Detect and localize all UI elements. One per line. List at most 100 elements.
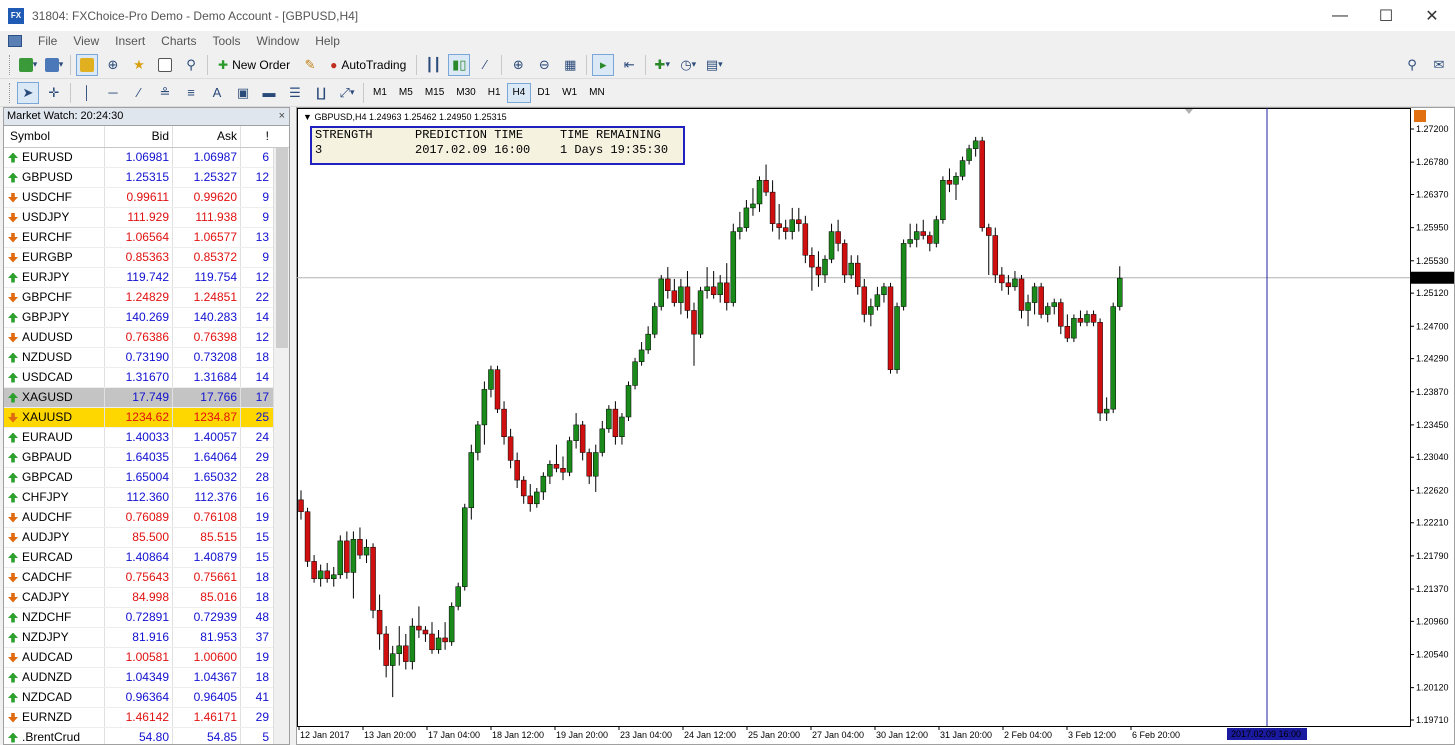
templates-button[interactable]: ▤ ▾ xyxy=(703,54,725,76)
bull-candle[interactable] xyxy=(743,207,750,228)
market-watch-scrollbar[interactable] xyxy=(273,148,289,744)
bull-candle[interactable] xyxy=(540,475,547,493)
bull-candle[interactable] xyxy=(881,286,887,295)
bull-candle[interactable] xyxy=(547,464,553,477)
bull-candle[interactable] xyxy=(717,282,723,295)
horizontal-line-button[interactable]: ─ xyxy=(102,82,124,104)
bull-candle[interactable] xyxy=(606,408,612,430)
bull-candle[interactable] xyxy=(1025,302,1031,311)
bear-candle[interactable] xyxy=(684,286,691,311)
bull-candle[interactable] xyxy=(756,180,763,205)
bear-candle[interactable] xyxy=(796,219,802,224)
market-watch-row[interactable]: AUDCAD 1.00581 1.00600 19 xyxy=(4,648,289,668)
new-order-button[interactable]: ✚ New Order xyxy=(213,54,295,76)
chart-lock-icon[interactable] xyxy=(1414,110,1426,122)
market-watch-row[interactable]: NZDCAD 0.96364 0.96405 41 xyxy=(4,688,289,708)
bull-candle[interactable] xyxy=(1084,314,1090,323)
bull-candle[interactable] xyxy=(462,507,468,587)
bear-candle[interactable] xyxy=(1077,318,1084,323)
tf-m30-button[interactable]: M30 xyxy=(450,83,481,103)
zoom-out-button[interactable]: ⊖ xyxy=(533,54,555,76)
bear-candle[interactable] xyxy=(507,436,514,461)
search-button[interactable]: ⚲ xyxy=(1401,54,1423,76)
bull-candle[interactable] xyxy=(475,424,481,453)
bear-candle[interactable] xyxy=(586,452,592,477)
bull-candle[interactable] xyxy=(632,361,638,386)
tf-d1-button[interactable]: D1 xyxy=(531,83,556,103)
new-chart-button[interactable]: ▾ xyxy=(17,54,39,76)
bear-candle[interactable] xyxy=(442,637,448,643)
bear-candle[interactable] xyxy=(835,231,841,244)
bear-candle[interactable] xyxy=(855,262,861,288)
autotrading-button[interactable]: ● AutoTrading xyxy=(325,54,411,76)
bear-candle[interactable] xyxy=(298,499,304,512)
bull-candle[interactable] xyxy=(1103,408,1110,414)
bull-candle[interactable] xyxy=(678,286,684,303)
bear-candle[interactable] xyxy=(710,286,717,295)
market-watch-row[interactable]: NZDJPY 81.916 81.953 37 xyxy=(4,628,289,648)
bear-candle[interactable] xyxy=(501,408,507,437)
market-watch-row[interactable]: EURCHF 1.06564 1.06577 13 xyxy=(4,228,289,248)
tf-mn-button[interactable]: MN xyxy=(583,83,611,103)
column-bid[interactable]: Bid xyxy=(105,126,173,147)
bull-candle[interactable] xyxy=(737,227,743,232)
bear-candle[interactable] xyxy=(416,625,422,631)
bear-candle[interactable] xyxy=(1097,322,1103,414)
bull-candle[interactable] xyxy=(894,306,900,370)
bear-candle[interactable] xyxy=(1090,314,1097,323)
bear-candle[interactable] xyxy=(1058,302,1064,327)
bull-candle[interactable] xyxy=(488,369,494,390)
market-watch-row[interactable]: EURCAD 1.40864 1.40879 15 xyxy=(4,548,289,568)
text-label-button[interactable]: ▣ xyxy=(232,82,254,104)
menu-file[interactable]: File xyxy=(30,34,65,48)
bull-candle[interactable] xyxy=(468,452,475,508)
bull-candle[interactable] xyxy=(645,333,651,351)
bull-candle[interactable] xyxy=(593,452,599,477)
bear-candle[interactable] xyxy=(724,282,730,303)
market-watch-row[interactable]: XAUUSD 1234.62 1234.87 25 xyxy=(4,408,289,428)
bull-candle[interactable] xyxy=(1051,302,1057,307)
bear-candle[interactable] xyxy=(494,369,501,410)
market-watch-row[interactable]: CHFJPY 112.360 112.376 16 xyxy=(4,488,289,508)
trendline-button[interactable]: ∕ xyxy=(128,82,150,104)
bull-candle[interactable] xyxy=(1071,318,1077,339)
bear-candle[interactable] xyxy=(403,645,409,662)
market-watch-button[interactable] xyxy=(76,53,98,76)
bear-candle[interactable] xyxy=(324,570,330,580)
market-watch-row[interactable]: .BrentCrud 54.80 54.85 5 xyxy=(4,728,289,744)
bull-candle[interactable] xyxy=(573,424,579,441)
market-watch-row[interactable]: EURNZD 1.46142 1.46171 29 xyxy=(4,708,289,728)
rectangle-button[interactable]: ▬ xyxy=(258,82,280,104)
zoom-in-button[interactable]: ⊕ xyxy=(507,54,529,76)
bear-candle[interactable] xyxy=(304,511,311,562)
menu-insert[interactable]: Insert xyxy=(107,34,153,48)
minimize-button[interactable]: — xyxy=(1317,0,1363,31)
text-button[interactable]: A xyxy=(206,82,228,104)
bull-candle[interactable] xyxy=(651,306,658,335)
bear-candle[interactable] xyxy=(986,227,992,236)
candlestick-button[interactable]: ▮▯ xyxy=(448,53,471,76)
bull-candle[interactable] xyxy=(828,231,835,260)
bear-candle[interactable] xyxy=(1064,326,1071,339)
bear-candle[interactable] xyxy=(1005,282,1012,288)
close-button[interactable]: ✕ xyxy=(1409,0,1455,31)
bull-candle[interactable] xyxy=(868,306,874,315)
equidistant-channel-button[interactable]: ≗ xyxy=(154,82,176,104)
bull-candle[interactable] xyxy=(874,294,881,307)
tf-h1-button[interactable]: H1 xyxy=(482,83,507,103)
strategy-tester-button[interactable]: ⚲ xyxy=(180,54,202,76)
chat-button[interactable]: ✉ xyxy=(1428,54,1450,76)
bull-candle[interactable] xyxy=(599,428,606,453)
market-watch-close-icon[interactable]: × xyxy=(279,108,289,125)
line-chart-button[interactable]: ∕ xyxy=(474,54,496,76)
bear-candle[interactable] xyxy=(769,191,776,224)
bull-candle[interactable] xyxy=(972,140,979,149)
bull-candle[interactable] xyxy=(619,416,625,437)
market-watch-row[interactable]: AUDCHF 0.76089 0.76108 19 xyxy=(4,508,289,528)
tf-m5-button[interactable]: M5 xyxy=(393,83,419,103)
navigator-button[interactable]: ★ xyxy=(128,54,150,76)
bear-candle[interactable] xyxy=(841,243,848,276)
bear-candle[interactable] xyxy=(763,180,769,193)
bull-candle[interactable] xyxy=(331,574,337,580)
market-watch-row[interactable]: EURJPY 119.742 119.754 12 xyxy=(4,268,289,288)
